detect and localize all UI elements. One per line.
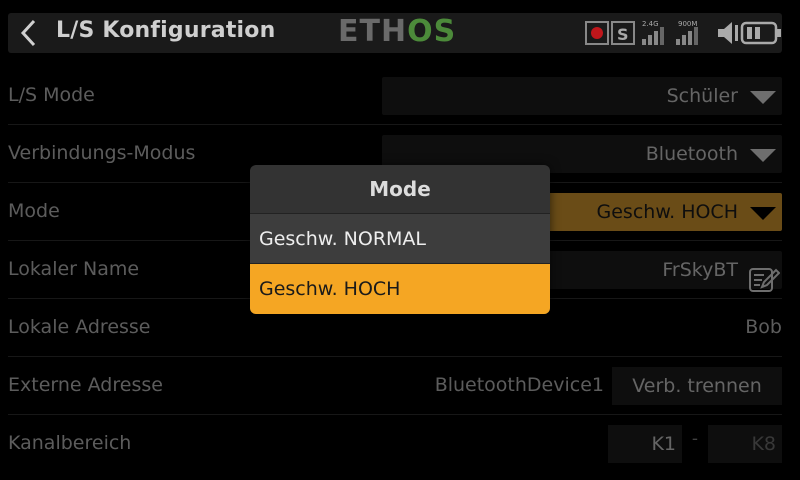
mode-popup: Mode Geschw. NORMAL Geschw. HOCH	[250, 165, 550, 314]
popup-title: Mode	[250, 165, 550, 214]
header-bar: L/S Konfiguration ETHOS S 2.4G 900M	[0, 0, 800, 64]
status-area: S 2.4G 900M	[584, 17, 784, 49]
page-title: L/S Konfiguration	[56, 18, 276, 43]
record-icon	[585, 21, 609, 45]
back-button[interactable]	[12, 15, 48, 51]
popup-option-normal[interactable]: Geschw. NORMAL	[250, 214, 550, 264]
svg-text:2.4G: 2.4G	[642, 20, 659, 28]
popup-option-high[interactable]: Geschw. HOCH	[250, 264, 550, 314]
speaker-mute-icon	[718, 22, 738, 44]
rf-icon: S	[611, 21, 635, 45]
battery-icon	[740, 21, 781, 45]
svg-text:900M: 900M	[678, 20, 697, 28]
ethos-logo: ETHOS	[338, 14, 457, 49]
back-arrow-icon	[20, 19, 36, 47]
svg-text:S: S	[617, 25, 629, 44]
signal-bars-icon: 2.4G 900M	[642, 20, 698, 45]
